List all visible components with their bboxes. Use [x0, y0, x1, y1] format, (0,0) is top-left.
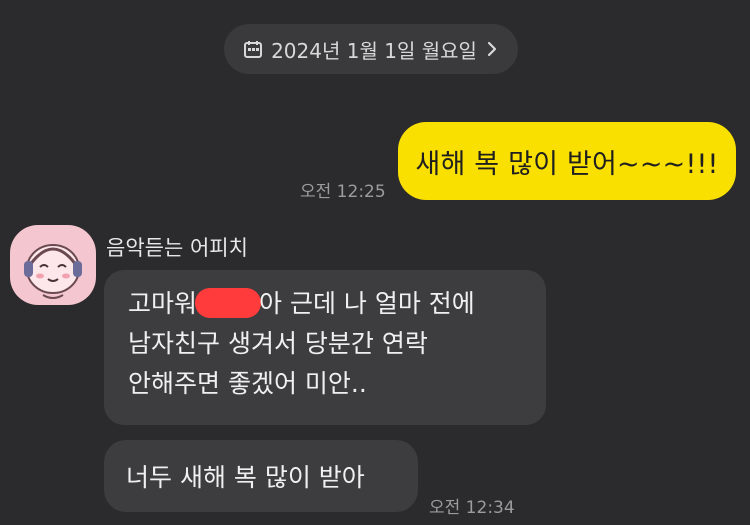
received-message-bubble[interactable]: 고마워 아 근데 나 얼마 전에 남자친구 생겨서 당분간 연락 안해주면 좋겠어… — [104, 270, 546, 425]
chevron-right-icon — [485, 40, 499, 58]
sent-message-bubble[interactable]: 새해 복 많이 받어~~~!!! — [398, 122, 736, 200]
chat-screen: 2024년 1월 1일 월요일 오전 12:25 새해 복 많이 받어~~~!!… — [0, 0, 750, 525]
calendar-icon — [243, 39, 263, 59]
redaction-mark — [195, 288, 262, 318]
received-message-text-rest: 아 근데 나 얼마 전에 — [259, 289, 475, 318]
received-message-line-1: 고마워 아 근데 나 얼마 전에 — [128, 284, 546, 324]
received-message-text-start: 고마워 — [128, 289, 198, 318]
date-text: 2024년 1월 1일 월요일 — [271, 38, 477, 63]
received-message-2-text: 너두 새해 복 많이 받아 — [126, 463, 365, 492]
received-message-bubble-2[interactable]: 너두 새해 복 많이 받아 — [104, 440, 418, 512]
sent-message-text: 새해 복 많이 받어~~~!!! — [415, 148, 719, 180]
sender-name: 음악듣는 어피치 — [106, 236, 248, 260]
received-message-line-2: 남자친구 생겨서 당분간 연락 — [128, 329, 428, 358]
sent-message-row: 오전 12:25 새해 복 많이 받어~~~!!! — [0, 122, 750, 202]
sent-message-time: 오전 12:25 — [300, 182, 386, 202]
apeach-avatar-icon[interactable] — [10, 225, 96, 305]
received-message-line-3: 안해주면 좋겠어 미안.. — [128, 369, 367, 398]
received-message-time: 오전 12:34 — [429, 498, 515, 518]
date-divider[interactable]: 2024년 1월 1일 월요일 — [224, 24, 518, 74]
